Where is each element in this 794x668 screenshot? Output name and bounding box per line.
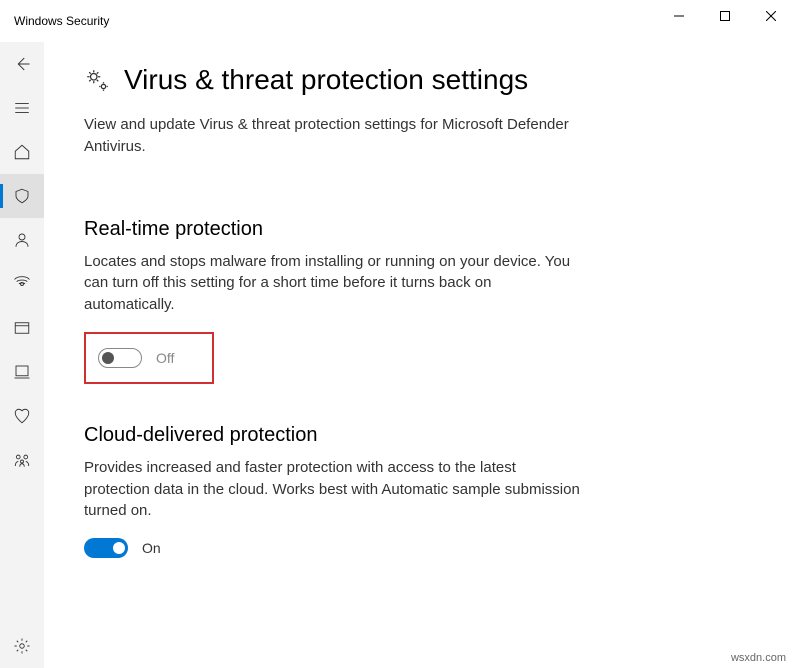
arrow-left-icon xyxy=(13,55,31,73)
person-icon xyxy=(13,231,31,249)
settings-gears-icon xyxy=(84,67,110,93)
maximize-button[interactable] xyxy=(702,0,748,32)
realtime-title: Real-time protection xyxy=(84,218,584,241)
sidebar-item-family[interactable] xyxy=(0,438,44,482)
realtime-toggle-label: Off xyxy=(156,350,174,366)
family-icon xyxy=(13,451,31,469)
hamburger-icon xyxy=(13,99,31,117)
sidebar-item-settings[interactable] xyxy=(0,624,44,668)
cloud-title: Cloud-delivered protection xyxy=(84,424,584,447)
page-subtitle: View and update Virus & threat protectio… xyxy=(84,114,574,158)
sidebar-item-device-security[interactable] xyxy=(0,350,44,394)
sidebar-item-firewall[interactable] xyxy=(0,262,44,306)
back-button[interactable] xyxy=(0,42,44,86)
realtime-highlight-box: Off xyxy=(84,332,214,384)
shield-icon xyxy=(13,187,31,205)
close-button[interactable] xyxy=(748,0,794,32)
sidebar-item-app-browser[interactable] xyxy=(0,306,44,350)
page-title: Virus & threat protection settings xyxy=(124,64,528,96)
window-icon xyxy=(13,319,31,337)
menu-button[interactable] xyxy=(0,86,44,130)
home-icon xyxy=(13,143,31,161)
device-icon xyxy=(13,363,31,381)
cloud-toggle-label: On xyxy=(142,540,161,556)
heart-icon xyxy=(13,407,31,425)
realtime-toggle[interactable] xyxy=(98,348,142,368)
cloud-protection-section: Cloud-delivered protection Provides incr… xyxy=(84,424,584,558)
content-area: Virus & threat protection settings View … xyxy=(44,42,794,668)
watermark: wsxdn.com xyxy=(731,652,786,664)
window-title: Windows Security xyxy=(14,14,109,28)
cloud-desc: Provides increased and faster protection… xyxy=(84,457,584,522)
network-icon xyxy=(13,275,31,293)
page-header: Virus & threat protection settings xyxy=(84,64,754,96)
sidebar-item-home[interactable] xyxy=(0,130,44,174)
sidebar-item-device-health[interactable] xyxy=(0,394,44,438)
minimize-button[interactable] xyxy=(656,0,702,32)
sidebar-item-account[interactable] xyxy=(0,218,44,262)
gear-icon xyxy=(13,637,31,655)
realtime-desc: Locates and stops malware from installin… xyxy=(84,251,584,316)
sidebar-item-virus-threat[interactable] xyxy=(0,174,44,218)
cloud-toggle[interactable] xyxy=(84,538,128,558)
window-controls xyxy=(656,0,794,32)
titlebar: Windows Security xyxy=(0,0,794,42)
sidebar xyxy=(0,42,44,668)
realtime-protection-section: Real-time protection Locates and stops m… xyxy=(84,218,584,384)
